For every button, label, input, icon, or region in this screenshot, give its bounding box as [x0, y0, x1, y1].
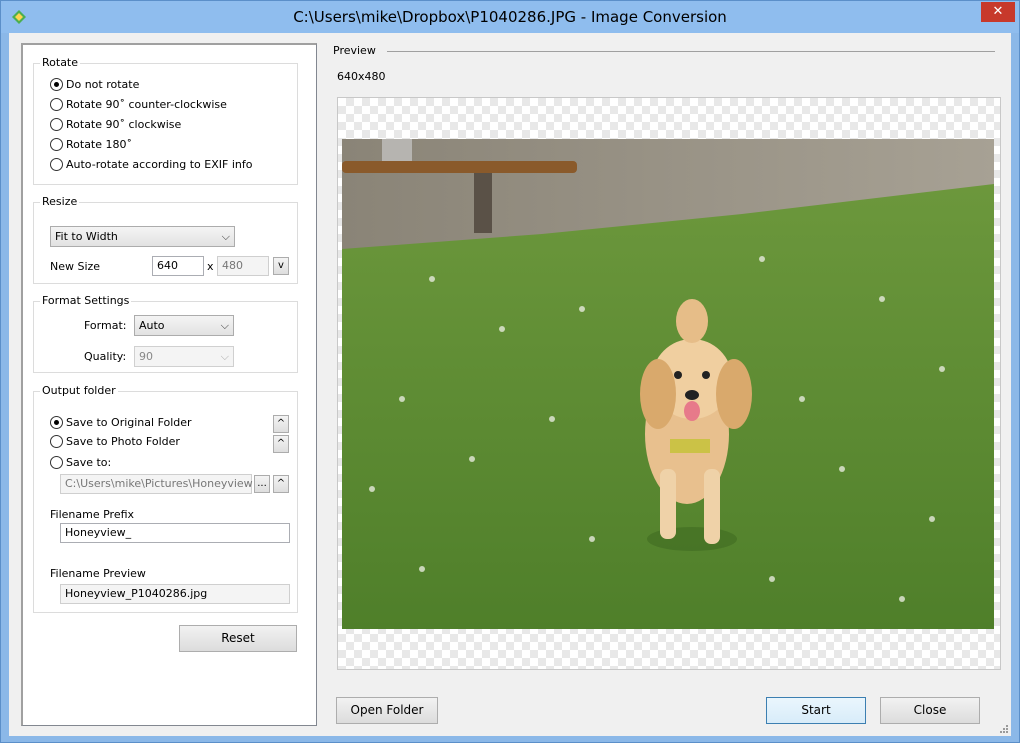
radio-label: Auto-rotate according to EXIF info — [66, 157, 253, 171]
output-group-label: Output folder — [40, 384, 118, 397]
height-input[interactable]: 480 — [217, 256, 269, 276]
radio-label: Rotate 180˚ — [66, 137, 133, 151]
preview-canvas — [337, 97, 1001, 670]
size-separator: x — [207, 260, 214, 273]
radio-button[interactable] — [50, 117, 63, 131]
filename-prefix-input[interactable]: Honeyview_ — [60, 523, 290, 543]
size-options-button[interactable]: v — [273, 257, 289, 275]
width-input[interactable]: 640 — [152, 256, 204, 276]
radio-button[interactable] — [50, 455, 63, 469]
window-close-button[interactable]: ✕ — [981, 2, 1015, 22]
preview-divider — [387, 51, 995, 52]
radio-label: Save to: — [66, 455, 112, 469]
radio-button[interactable] — [50, 415, 63, 429]
filename-preview-field: Honeyview_P1040286.jpg — [60, 584, 290, 604]
quality-value: 90 — [139, 350, 153, 363]
quality-dropdown[interactable]: 90 ⌵ — [134, 346, 234, 367]
dialog-body: Rotate Do not rotate Rotate 90˚ counter-… — [9, 33, 1011, 736]
output-folder-group: Output folder Save to Original Folder Sa… — [33, 384, 298, 613]
chevron-down-icon: ⌵ — [221, 230, 230, 243]
resize-group: Resize Fit to Width ⌵ New Size 640 x 480… — [33, 195, 298, 284]
resize-mode-dropdown[interactable]: Fit to Width ⌵ — [50, 226, 235, 247]
radio-label: Save to Original Folder — [66, 415, 192, 429]
radio-do-not-rotate[interactable]: Do not rotate — [50, 76, 139, 92]
chevron-down-icon: ⌵ — [220, 319, 229, 332]
radio-button[interactable] — [50, 97, 63, 111]
radio-label: Rotate 90˚ clockwise — [66, 117, 182, 131]
radio-rotate-ccw[interactable]: Rotate 90˚ counter-clockwise — [50, 96, 227, 112]
radio-button[interactable] — [50, 137, 63, 151]
format-value: Auto — [139, 319, 165, 332]
preview-label: Preview — [333, 44, 376, 57]
filename-prefix-label: Filename Prefix — [50, 508, 135, 521]
filename-preview-label: Filename Preview — [50, 567, 146, 580]
radio-label: Do not rotate — [66, 77, 140, 91]
move-up-button-3[interactable]: ^ — [273, 475, 289, 493]
radio-label: Save to Photo Folder — [66, 434, 180, 448]
image-conversion-window: C:\Users\mike\Dropbox\P1040286.JPG - Ima… — [0, 0, 1020, 743]
radio-label: Rotate 90˚ counter-clockwise — [66, 97, 227, 111]
close-button[interactable]: Close — [880, 697, 980, 724]
resize-grip-icon[interactable] — [999, 724, 1009, 734]
preview-image — [342, 139, 994, 629]
radio-rotate-cw[interactable]: Rotate 90˚ clockwise — [50, 116, 181, 132]
title-bar: C:\Users\mike\Dropbox\P1040286.JPG - Ima… — [1, 1, 1019, 33]
resize-group-label: Resize — [40, 195, 80, 208]
rotate-group: Rotate Do not rotate Rotate 90˚ counter-… — [33, 56, 298, 185]
radio-button[interactable] — [50, 157, 63, 171]
radio-button[interactable] — [50, 77, 63, 91]
radio-save-photo-folder[interactable]: Save to Photo Folder — [50, 433, 180, 449]
format-settings-group: Format Settings Format: Auto ⌵ Quality: … — [33, 294, 298, 373]
reset-button[interactable]: Reset — [179, 625, 297, 652]
open-folder-button[interactable]: Open Folder — [336, 697, 438, 724]
settings-panel: Rotate Do not rotate Rotate 90˚ counter-… — [21, 43, 317, 726]
rotate-group-label: Rotate — [40, 56, 81, 69]
save-to-path-input[interactable]: C:\Users\mike\Pictures\Honeyview — [60, 474, 253, 494]
browse-button[interactable]: ... — [254, 475, 270, 493]
move-up-button-2[interactable]: ^ — [273, 435, 289, 453]
window-title: C:\Users\mike\Dropbox\P1040286.JPG - Ima… — [293, 8, 727, 26]
new-size-label: New Size — [50, 260, 101, 273]
quality-label: Quality: — [84, 350, 127, 363]
radio-button[interactable] — [50, 434, 63, 448]
format-dropdown[interactable]: Auto ⌵ — [134, 315, 234, 336]
format-group-label: Format Settings — [40, 294, 132, 307]
move-up-button-1[interactable]: ^ — [273, 415, 289, 433]
resize-mode-value: Fit to Width — [55, 230, 118, 243]
radio-rotate-180[interactable]: Rotate 180˚ — [50, 136, 132, 152]
chevron-down-icon: ⌵ — [220, 350, 229, 363]
radio-save-original-folder[interactable]: Save to Original Folder — [50, 414, 192, 430]
start-button[interactable]: Start — [766, 697, 866, 724]
radio-auto-rotate[interactable]: Auto-rotate according to EXIF info — [50, 156, 252, 172]
preview-size-label: 640x480 — [337, 70, 386, 83]
radio-save-to[interactable]: Save to: — [50, 454, 111, 470]
dog-photo-illustration — [342, 139, 994, 629]
format-label: Format: — [84, 319, 127, 332]
